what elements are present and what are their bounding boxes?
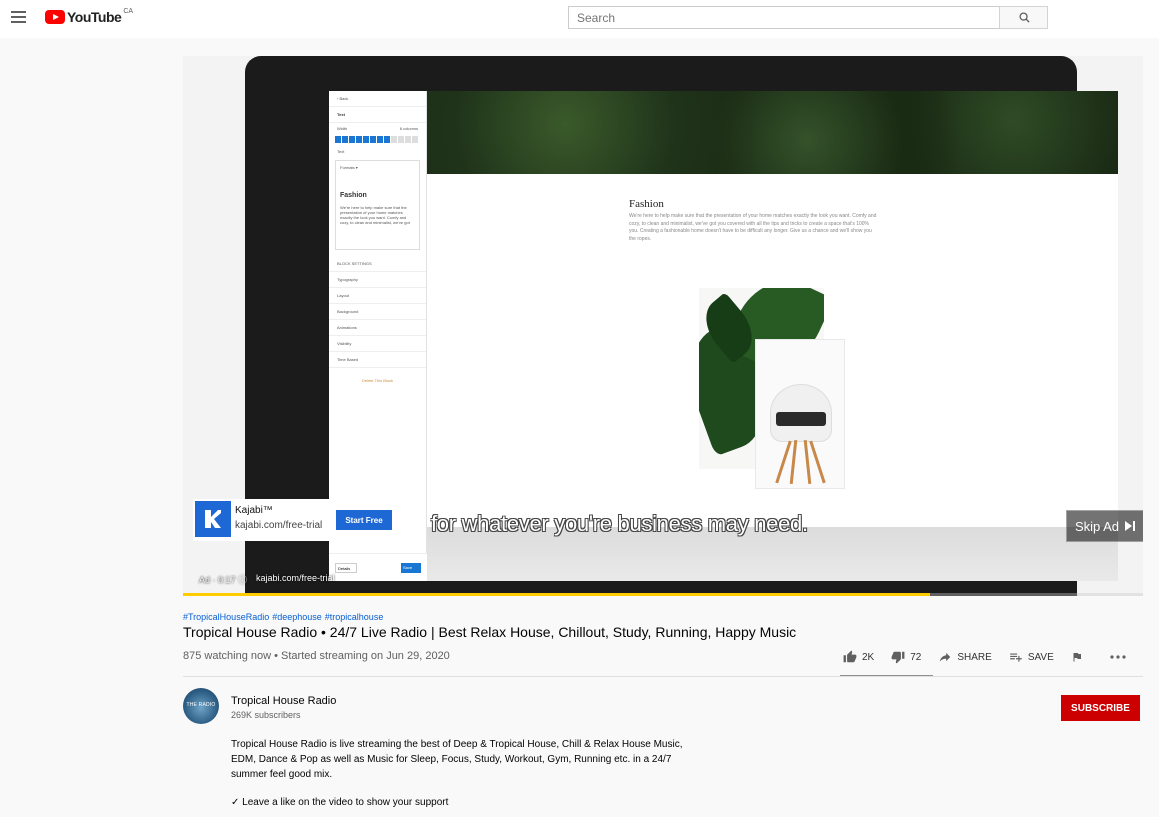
like-count: 2K <box>862 651 875 663</box>
text-label: Text <box>337 149 345 154</box>
editor-section-title: Text <box>329 107 426 123</box>
format-dropdown: Formats ▾ <box>340 165 358 170</box>
content-body: We're here to help make sure that the pr… <box>629 213 877 242</box>
progress-fill <box>183 593 930 596</box>
kajabi-k-icon <box>205 510 221 528</box>
subscribe-button[interactable]: SUBSCRIBE <box>1061 695 1140 721</box>
search-icon <box>1019 12 1030 23</box>
share-icon <box>940 652 951 662</box>
video-title: Tropical House Radio • 24/7 Live Radio |… <box>183 624 797 640</box>
hamburger-icon[interactable] <box>11 11 26 23</box>
width-segment <box>412 136 418 143</box>
ad-badge[interactable]: Ad · 0:17 ⓘ <box>199 573 247 586</box>
ad-url[interactable]: kajabi.com/free-trial <box>235 520 322 531</box>
dislike-count: 72 <box>910 651 922 663</box>
delete-block-label: Delete This Block <box>361 378 394 383</box>
progress-bar[interactable] <box>183 593 1143 596</box>
avatar-text: THE RADIO <box>186 702 216 708</box>
hashtag-link[interactable]: #deephouse <box>272 612 322 622</box>
editor-back: ‹ Back <box>329 91 426 107</box>
doc-body: We're here to help make sure that the pr… <box>340 205 410 225</box>
search-button[interactable] <box>999 6 1048 29</box>
channel-avatar[interactable]: THE RADIO <box>183 688 219 724</box>
width-segment <box>405 136 411 143</box>
logo-text: YouTube <box>67 9 122 25</box>
chair-image <box>755 339 845 489</box>
hashtags: #TropicalHouseRadio #deephouse #tropicalho… <box>183 612 386 622</box>
width-segment <box>384 136 390 143</box>
settings-item: Layout <box>329 288 426 304</box>
start-free-button[interactable]: Start Free <box>336 510 392 530</box>
width-segment <box>356 136 362 143</box>
like-button[interactable]: 2K <box>843 650 874 664</box>
editor-footer: Details Save <box>329 553 427 581</box>
foliage-banner-image <box>427 91 1118 174</box>
details-mini-button: Details <box>335 563 357 573</box>
hashtag-link[interactable]: #tropicalhouse <box>325 612 384 622</box>
video-caption: for whatever you're business may need. <box>431 511 808 536</box>
width-segment <box>377 136 383 143</box>
content-heading: Fashion <box>629 198 664 210</box>
youtube-logo[interactable]: YouTube CA <box>45 7 134 25</box>
masthead: YouTube CA <box>0 0 1159 38</box>
width-segment <box>342 136 348 143</box>
columns-label: 8 columns <box>399 126 418 131</box>
width-slider <box>329 136 426 143</box>
width-segment <box>349 136 355 143</box>
playlist-add-icon <box>1009 653 1022 662</box>
save-label: SAVE <box>1027 651 1054 663</box>
hashtag-link[interactable]: #TropicalHouseRadio <box>183 612 269 622</box>
ad-card[interactable]: Kajabi™ kajabi.com/free-trial Start Free <box>193 499 398 541</box>
video-player[interactable]: ‹ Back Text Width 8 columns Text Formats… <box>183 56 1143 596</box>
settings-item: Background <box>329 304 426 320</box>
youtube-play-icon <box>45 10 65 24</box>
settings-item: Time Based <box>329 352 426 368</box>
report-button[interactable] <box>1071 651 1083 663</box>
save-mini-button: Save <box>401 563 421 573</box>
skip-ad-label: Skip Ad <box>1074 518 1120 534</box>
search-input[interactable] <box>568 6 1000 29</box>
width-segment <box>391 136 397 143</box>
share-button[interactable]: SHARE <box>938 650 992 664</box>
save-button[interactable]: SAVE <box>1009 650 1054 664</box>
skip-ad-button[interactable]: Skip Ad <box>1066 510 1143 542</box>
video-meta: 875 watching now • Started streaming on … <box>183 650 450 662</box>
width-segment <box>335 136 341 143</box>
dislike-button[interactable]: 72 <box>891 650 921 664</box>
ad-advertiser[interactable]: Kajabi™ <box>235 505 273 516</box>
doc-heading: Fashion <box>340 192 367 199</box>
video-description: Tropical House Radio is live streaming t… <box>231 739 683 780</box>
text-editor-preview: Formats ▾ Fashion We're here to help mak… <box>335 160 420 250</box>
settings-item: Typography <box>329 272 426 288</box>
more-horizontal-icon <box>1110 655 1126 659</box>
ad-footer-url[interactable]: kajabi.com/free-trial <box>256 573 335 583</box>
thumbs-up-icon <box>843 650 857 663</box>
skip-next-icon <box>1125 521 1136 531</box>
width-label: Width <box>337 126 348 131</box>
width-segment <box>398 136 404 143</box>
width-segment <box>370 136 376 143</box>
channel-name[interactable]: Tropical House Radio <box>231 695 336 707</box>
block-settings-label: BLOCK SETTINGS <box>329 256 426 272</box>
more-actions-button[interactable] <box>1110 655 1126 659</box>
share-label: SHARE <box>957 651 992 663</box>
description-line-2: ✓ Leave a like on the video to show your… <box>231 797 449 808</box>
width-segment <box>363 136 369 143</box>
thumbs-down-icon <box>891 651 905 664</box>
settings-item: Visibility <box>329 336 426 352</box>
laptop-screen: ‹ Back Text Width 8 columns Text Formats… <box>329 91 1118 581</box>
subscriber-count: 269K subscribers <box>231 710 301 720</box>
settings-item: Animations <box>329 320 426 336</box>
country-code: CA <box>123 7 134 15</box>
flag-icon <box>1073 653 1081 662</box>
kajabi-logo[interactable] <box>195 501 231 537</box>
settings-list: Typography Layout Background Animations Visi… <box>329 272 426 368</box>
video-actions: 2K 72 SHARE SAVE <box>843 644 1126 670</box>
divider <box>183 676 1143 677</box>
